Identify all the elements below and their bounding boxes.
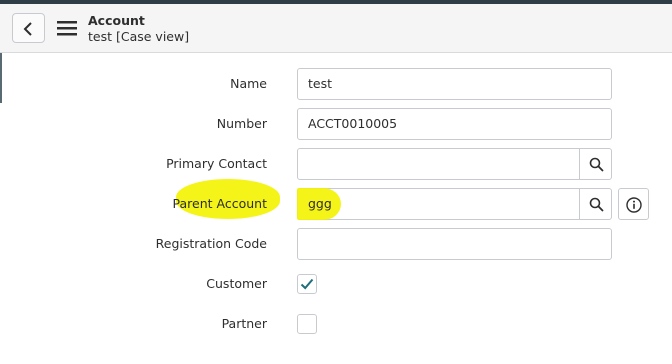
number-field[interactable]: ACCT0010005 — [297, 108, 612, 140]
customer-label: Customer — [206, 276, 267, 291]
chevron-left-icon — [23, 22, 32, 36]
parent-account-info-button[interactable] — [618, 188, 649, 220]
name-field[interactable]: test — [297, 68, 612, 100]
form-header: Account test [Case view] — [0, 4, 672, 53]
number-label: Number — [216, 116, 267, 131]
checkmark-icon — [300, 278, 314, 290]
primary-contact-lookup-button[interactable] — [579, 148, 612, 180]
hamburger-menu-icon[interactable] — [57, 21, 77, 36]
registration-code-label: Registration Code — [155, 236, 267, 251]
info-icon — [626, 197, 642, 213]
search-icon — [589, 197, 604, 212]
primary-contact-row: Primary Contact — [0, 148, 672, 180]
partner-checkbox[interactable] — [297, 314, 317, 334]
name-label: Name — [230, 76, 267, 91]
registration-code-field[interactable] — [297, 228, 612, 260]
name-row: Name test — [0, 68, 672, 100]
customer-checkbox[interactable] — [297, 274, 317, 294]
partner-label: Partner — [221, 316, 267, 331]
parent-account-label: Parent Account — [172, 196, 267, 211]
primary-contact-label: Primary Contact — [166, 156, 267, 171]
registration-code-row: Registration Code — [0, 228, 672, 260]
record-subtitle: test [Case view] — [88, 29, 190, 44]
search-icon — [589, 157, 604, 172]
partner-row: Partner — [0, 308, 672, 340]
parent-account-value: ggg — [308, 196, 332, 211]
customer-row: Customer — [0, 268, 672, 300]
back-button[interactable] — [12, 13, 45, 43]
page-title: Account — [88, 13, 145, 28]
number-row: Number ACCT0010005 — [0, 108, 672, 140]
parent-account-lookup-button[interactable] — [579, 188, 612, 220]
primary-contact-field[interactable] — [297, 148, 580, 180]
